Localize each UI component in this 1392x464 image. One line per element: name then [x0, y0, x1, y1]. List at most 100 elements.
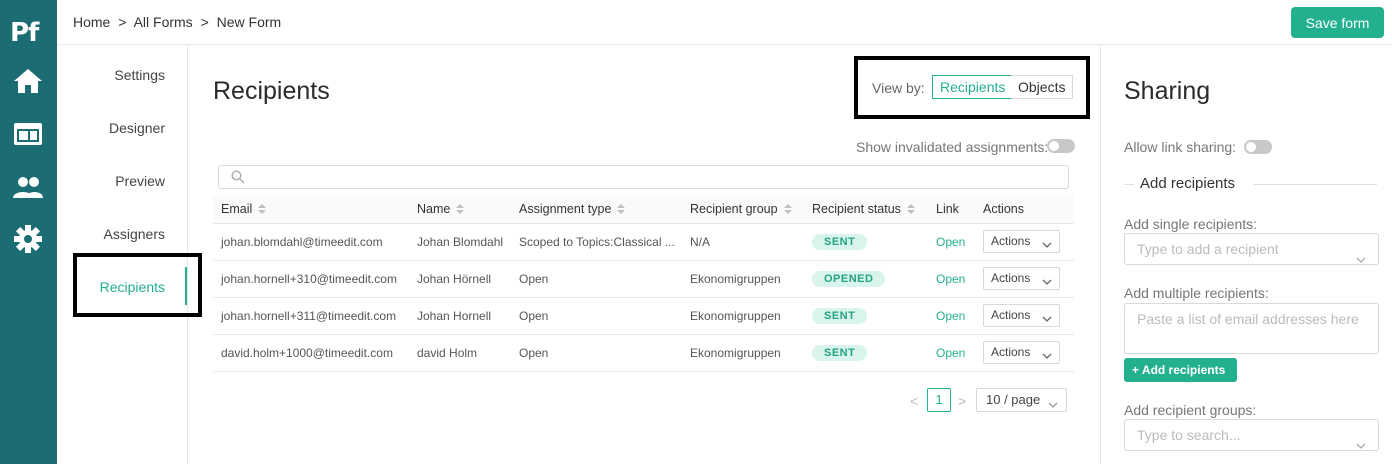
add-recipients-button[interactable]: + Add recipients	[1124, 358, 1237, 382]
page-title: Recipients	[213, 77, 330, 105]
column-assignment-type[interactable]: Assignment type	[511, 195, 682, 224]
column-actions: Actions	[975, 195, 1074, 224]
multiple-recipients-label: Add multiple recipients:	[1124, 285, 1269, 301]
sort-icon[interactable]	[906, 204, 915, 215]
subnav-item-designer[interactable]: Designer	[109, 120, 165, 136]
add-recipients-heading: Add recipients	[1140, 175, 1236, 192]
allow-link-sharing-toggle[interactable]	[1244, 140, 1272, 154]
cell-assignment-type: Scoped to Topics:Classical ...	[511, 223, 682, 261]
chevron-down-icon	[1356, 245, 1366, 275]
cell-recipient-group: N/A	[682, 223, 804, 261]
multiple-recipients-textarea[interactable]: Paste a list of email addresses here	[1124, 303, 1379, 354]
subnav-item-settings[interactable]: Settings	[114, 67, 165, 83]
breadcrumb-home[interactable]: Home	[73, 14, 110, 30]
table-header: Email Name Assignment type Recipient gro…	[213, 195, 1074, 224]
highlight-box-view-by	[854, 56, 1090, 119]
cell-status: SENT	[804, 223, 928, 261]
actions-dropdown[interactable]: Actions	[983, 341, 1060, 364]
show-invalidated-toggle[interactable]	[1047, 139, 1075, 153]
breadcrumb-separator: >	[200, 14, 209, 30]
cell-name: david Holm	[409, 334, 511, 372]
breadcrumb-separator: >	[118, 14, 127, 30]
open-link[interactable]: Open	[936, 235, 965, 249]
cell-actions: Actions	[975, 260, 1074, 298]
pager-next-button[interactable]: >	[958, 393, 966, 409]
cell-email: johan.blomdahl@timeedit.com	[213, 223, 409, 261]
sort-icon[interactable]	[617, 204, 626, 215]
search-icon	[231, 170, 245, 189]
sharing-panel: Sharing Allow link sharing: Add recipien…	[1100, 45, 1392, 464]
cell-link: Open	[928, 260, 975, 298]
cell-name: Johan Hornell	[409, 297, 511, 335]
cell-assignment-type: Open	[511, 260, 682, 298]
chevron-down-icon	[1048, 395, 1058, 417]
actions-dropdown[interactable]: Actions	[983, 267, 1060, 290]
sort-icon[interactable]	[783, 204, 792, 215]
cell-assignment-type: Open	[511, 334, 682, 372]
breadcrumb-current: New Form	[216, 14, 282, 30]
open-link[interactable]: Open	[936, 346, 965, 360]
chevron-down-icon	[1042, 347, 1052, 368]
breadcrumb: Home > All Forms > New Form	[73, 14, 285, 30]
users-icon[interactable]	[11, 170, 45, 204]
cell-link: Open	[928, 297, 975, 335]
sort-icon[interactable]	[456, 204, 465, 215]
chevron-down-icon	[1042, 273, 1052, 294]
cell-status: OPENED	[804, 260, 928, 298]
chevron-down-icon	[1042, 310, 1052, 331]
cell-assignment-type: Open	[511, 297, 682, 335]
page-size-select[interactable]: 10 / page	[976, 388, 1067, 412]
single-recipients-label: Add single recipients:	[1124, 216, 1258, 232]
chevron-down-icon	[1042, 236, 1052, 257]
actions-dropdown[interactable]: Actions	[983, 304, 1060, 327]
subnav-item-assigners[interactable]: Assigners	[104, 226, 165, 242]
status-badge: SENT	[812, 233, 868, 250]
breadcrumb-all-forms[interactable]: All Forms	[134, 14, 193, 30]
status-badge: OPENED	[812, 270, 886, 287]
open-link[interactable]: Open	[936, 309, 965, 323]
home-icon[interactable]	[11, 64, 45, 98]
cell-email: johan.hornell+310@timeedit.com	[213, 260, 409, 298]
subnav-item-preview[interactable]: Preview	[115, 173, 165, 189]
recipient-groups-label: Add recipient groups:	[1124, 402, 1257, 418]
gear-icon[interactable]	[11, 222, 45, 256]
app-rail: Pf	[0, 0, 57, 464]
recipient-groups-select[interactable]: Type to search...	[1124, 419, 1379, 451]
column-name[interactable]: Name	[409, 195, 511, 224]
open-link[interactable]: Open	[936, 272, 965, 286]
highlight-box-recipients	[73, 253, 202, 317]
cell-recipient-group: Ekonomigruppen	[682, 260, 804, 298]
sharing-title: Sharing	[1124, 77, 1211, 105]
show-invalidated-label: Show invalidated assignments:	[856, 139, 1049, 155]
actions-dropdown[interactable]: Actions	[983, 230, 1060, 253]
search-input[interactable]	[218, 165, 1069, 189]
cell-actions: Actions	[975, 297, 1074, 335]
cell-actions: Actions	[975, 334, 1074, 372]
cell-name: Johan Blomdahl	[409, 223, 511, 261]
table-row: johan.hornell+310@timeedit.com Johan Hörn…	[213, 260, 1074, 298]
save-form-button[interactable]: Save form	[1291, 7, 1384, 38]
status-badge: SENT	[812, 307, 868, 324]
cell-email: johan.hornell+311@timeedit.com	[213, 297, 409, 335]
cell-status: SENT	[804, 334, 928, 372]
status-badge: SENT	[812, 344, 868, 361]
pager-prev-button[interactable]: <	[910, 393, 918, 409]
divider	[1253, 184, 1377, 185]
cell-status: SENT	[804, 297, 928, 335]
divider	[1124, 184, 1134, 185]
cell-email: david.holm+1000@timeedit.com	[213, 334, 409, 372]
app-logo[interactable]: Pf	[10, 18, 39, 48]
forms-icon[interactable]	[11, 117, 45, 151]
table-row: david.holm+1000@timeedit.com david Holm Op…	[213, 334, 1074, 372]
cell-recipient-group: Ekonomigruppen	[682, 297, 804, 335]
column-email[interactable]: Email	[213, 195, 409, 224]
table-row: johan.hornell+311@timeedit.com Johan Horn…	[213, 297, 1074, 335]
column-recipient-group[interactable]: Recipient group	[682, 195, 804, 224]
pager-page-1[interactable]: 1	[927, 388, 951, 412]
column-recipient-status[interactable]: Recipient status	[804, 195, 928, 224]
cell-recipient-group: Ekonomigruppen	[682, 334, 804, 372]
sort-icon[interactable]	[258, 204, 267, 215]
allow-link-sharing-label: Allow link sharing:	[1124, 139, 1237, 155]
top-bar: Home > All Forms > New Form Save form	[57, 0, 1392, 45]
single-recipient-select[interactable]: Type to add a recipient	[1124, 233, 1379, 265]
